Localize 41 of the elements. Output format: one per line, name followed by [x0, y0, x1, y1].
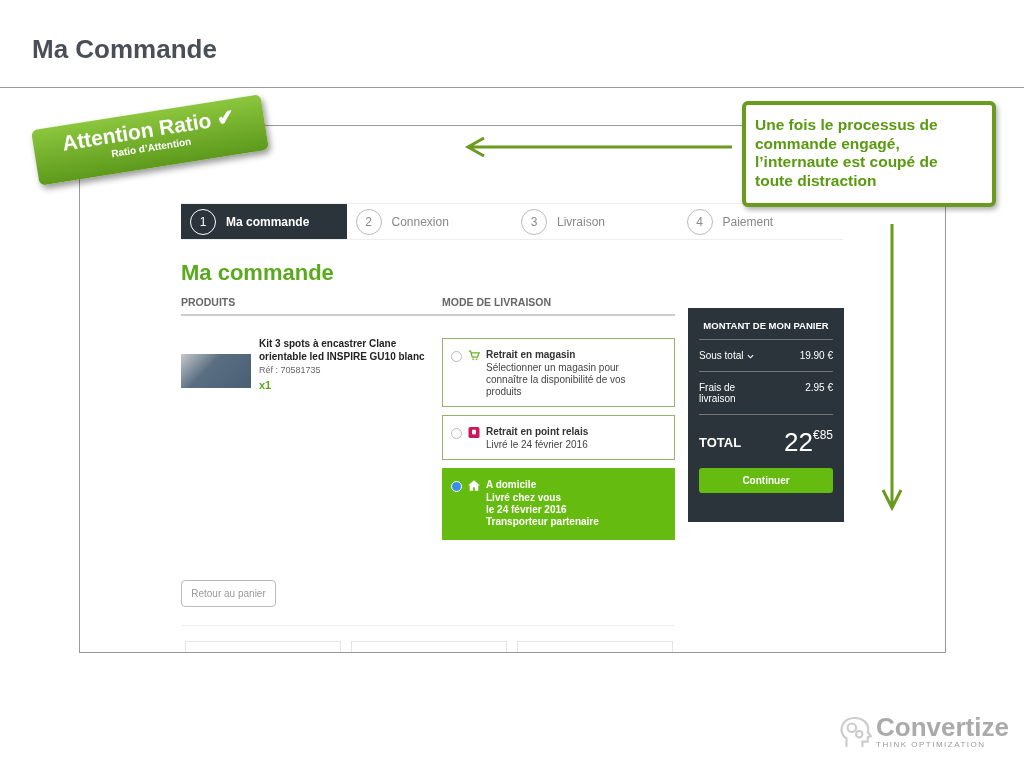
callout-text: Une fois le processus de commande engagé, l’internaute est coupé de toute distraction: [755, 116, 938, 189]
option-detail: Sélectionner un magasin pour connaître la disponibilité de vos produits: [486, 362, 627, 398]
head-gears-icon: [838, 714, 872, 749]
column-heading: MODE DE LIVRAISON: [442, 296, 552, 308]
back-to-cart-button[interactable]: Retour au panier: [181, 580, 276, 607]
continue-button[interactable]: Continuer: [699, 468, 833, 493]
chevron-down-icon[interactable]: [747, 354, 755, 359]
total-cents: €85: [812, 428, 833, 442]
option-detail: Livré chez vous: [486, 492, 563, 504]
checkout-step[interactable]: 2 Connexion: [346, 204, 512, 239]
summary-value: 19.90 €: [799, 350, 833, 361]
option-detail: le 24 février 2016: [486, 504, 568, 516]
parcel-point-icon: [468, 427, 480, 438]
option-title: Retrait en point relais: [486, 426, 589, 437]
option-title: A domicile: [486, 479, 538, 490]
logo-name: Convertize: [876, 714, 1009, 740]
summary-value: 2.95 €: [805, 382, 833, 395]
summary-label: Frais de livraison: [699, 382, 737, 404]
product-name[interactable]: Kit 3 spots à encastrer Clane orientable led INSPIRE GU10 blanc: [259, 338, 435, 363]
product-reference: Réf : 70581735: [259, 365, 322, 375]
logo-tagline: THINK OPTIMIZATION: [876, 740, 987, 749]
delivery-option[interactable]: Retrait en magasin Sélectionner un magasin pour connaître la disponibilité de vos produits: [442, 338, 675, 407]
page-title: Ma commande: [181, 260, 335, 286]
cart-icon: [468, 350, 480, 361]
summary-label: Sous total: [699, 350, 744, 361]
cart-summary-title: MONTANT DE MON PANIER: [699, 318, 833, 340]
delivery-option[interactable]: Retrait en point relais Livré le 24 février 2016: [442, 415, 675, 460]
checkout-step[interactable]: 4 Paiement: [677, 204, 843, 239]
total-amount: 22: [784, 427, 813, 457]
checkout-step[interactable]: 1 Ma commande: [181, 204, 347, 239]
delivery-option[interactable]: A domicile Livré chez vous le 24 février 2016 Transporteur partenaire: [442, 468, 675, 540]
checkout-step[interactable]: 3 Livraison: [512, 204, 678, 239]
house-icon: [468, 480, 480, 491]
photo-placeholder: [181, 354, 251, 388]
column-heading: PRODUITS: [181, 296, 237, 308]
option-detail: Livré le 24 février 2016: [486, 439, 589, 451]
slide-title: Ma Commande: [0, 0, 1024, 88]
option-title: Retrait en magasin: [486, 349, 577, 360]
total-label: TOTAL: [699, 435, 742, 450]
product-quantity: x1: [259, 379, 273, 391]
option-detail: Transporteur partenaire: [486, 516, 599, 528]
